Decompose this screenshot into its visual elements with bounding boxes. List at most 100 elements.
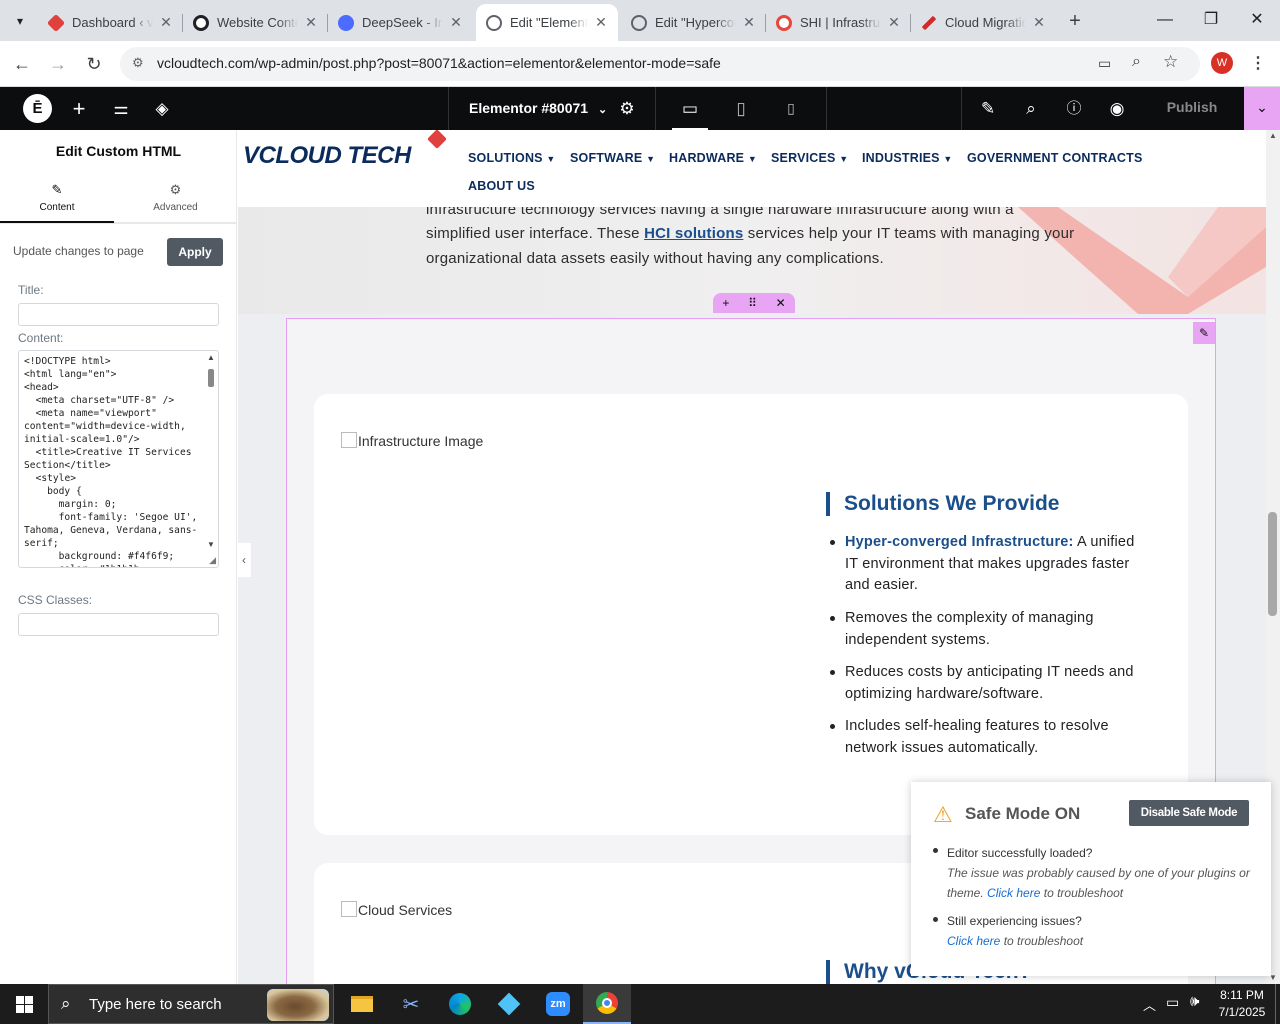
clock[interactable]: 8:11 PM 7/1/2025: [1214, 987, 1270, 1021]
delete-section-icon[interactable]: ✕: [776, 296, 786, 310]
browser-tab-cloud-migration[interactable]: Cloud Migration ✕: [911, 4, 1056, 41]
zoom-icon[interactable]: ⌕: [1132, 53, 1141, 71]
notes-pin-icon[interactable]: ✎: [976, 87, 1000, 130]
close-tab-icon[interactable]: ✕: [304, 14, 318, 31]
site-logo[interactable]: VCLOUD TECH: [243, 130, 447, 170]
infrastructure-image: Infrastructure Image: [341, 432, 483, 449]
tablet-view-icon[interactable]: ▯: [723, 87, 759, 130]
search-placeholder: Type here to search: [89, 996, 222, 1013]
troubleshoot-link[interactable]: Click here: [947, 934, 1000, 948]
show-desktop-button[interactable]: [1275, 984, 1280, 1024]
title-input[interactable]: [18, 303, 219, 326]
tab-title: SHI | Infrastructure: [800, 15, 881, 30]
add-section-icon[interactable]: +: [722, 296, 729, 310]
camera-blocked-icon[interactable]: ▭: [1098, 55, 1111, 72]
close-tab-icon[interactable]: ✕: [449, 14, 463, 31]
html-code-editor[interactable]: <!DOCTYPE html> <html lang="en"> <head> …: [18, 350, 219, 568]
network-icon[interactable]: ▭: [1166, 994, 1179, 1011]
hci-solutions-link[interactable]: HCI solutions: [644, 225, 743, 242]
edge-browser-icon[interactable]: [436, 984, 484, 1024]
css-classes-input[interactable]: [18, 613, 219, 636]
forward-arrow-icon[interactable]: →: [43, 49, 73, 79]
close-tab-icon[interactable]: ✕: [1032, 14, 1046, 31]
close-tab-icon[interactable]: ✕: [594, 14, 608, 31]
close-tab-icon[interactable]: ✕: [742, 14, 756, 31]
tab-title: Dashboard ‹ vCloud Tech: [72, 15, 153, 30]
windows-start-icon[interactable]: [0, 984, 48, 1024]
close-tab-icon[interactable]: ✕: [887, 14, 901, 31]
show-hidden-icons-chevron-icon[interactable]: ︿: [1143, 995, 1156, 1014]
nav-software[interactable]: SOFTWARE ▼: [570, 151, 655, 165]
troubleshoot-link[interactable]: Click here: [987, 886, 1040, 900]
browser-tab-deepseek[interactable]: DeepSeek - Into the Unknown ✕: [328, 4, 473, 41]
bookmark-star-icon[interactable]: ☆: [1163, 52, 1178, 72]
browser-tab-website-content[interactable]: Website Content ✕: [183, 4, 328, 41]
nav-about-us[interactable]: ABOUT US: [468, 179, 535, 193]
html-code-text[interactable]: <!DOCTYPE html> <html lang="en"> <head> …: [19, 351, 218, 567]
collapse-panel-icon[interactable]: ‹: [237, 543, 251, 577]
site-info-icon[interactable]: ⚙: [132, 55, 144, 71]
tab-search-button[interactable]: ▾: [8, 9, 32, 33]
nav-solutions[interactable]: SOLUTIONS ▼: [468, 151, 556, 165]
bison-search-highlight-icon: [267, 989, 329, 1021]
nav-government-contracts[interactable]: GOVERNMENT CONTRACTS: [967, 151, 1143, 165]
nav-hardware[interactable]: HARDWARE ▼: [669, 151, 757, 165]
back-arrow-icon[interactable]: ←: [7, 49, 37, 79]
resize-handle-icon[interactable]: ◢: [209, 555, 216, 566]
profile-avatar[interactable]: W: [1211, 52, 1233, 74]
finder-search-icon[interactable]: ⌕: [1019, 87, 1043, 130]
zoom-app-icon[interactable]: zm: [534, 984, 582, 1024]
code-scrollbar[interactable]: ▲ ▼: [206, 353, 216, 549]
restore-window-icon[interactable]: ❐: [1188, 0, 1234, 40]
browser-tab-edit-hyperconverged[interactable]: Edit "Hyperconverged" ✕: [621, 4, 766, 41]
minimize-window-icon[interactable]: —: [1142, 0, 1188, 40]
document-title-dropdown[interactable]: Elementor #80071 ⌄: [469, 87, 607, 130]
help-icon[interactable]: ⓘ: [1062, 87, 1086, 130]
section-handle[interactable]: + ⠿ ✕: [713, 293, 795, 313]
preview-eye-icon[interactable]: ◉: [1105, 87, 1129, 130]
file-explorer-icon[interactable]: [338, 984, 386, 1024]
close-window-icon[interactable]: ✕: [1234, 0, 1280, 40]
decorative-chevron-shape: [1018, 207, 1266, 314]
address-bar[interactable]: ⚙ vcloudtech.com/wp-admin/post.php?post=…: [120, 47, 1200, 81]
browser-tab-shi[interactable]: SHI | Infrastructure ✕: [766, 4, 911, 41]
tab-title: Website Content: [217, 15, 298, 30]
publish-options-chevron-icon[interactable]: ⌄: [1244, 87, 1280, 130]
chrome-browser-icon[interactable]: [583, 984, 631, 1024]
document-title: Elementor #80071: [469, 100, 589, 116]
desktop-view-icon[interactable]: ▭: [672, 87, 708, 130]
nav-industries[interactable]: INDUSTRIES ▼: [862, 151, 953, 165]
structure-layers-icon[interactable]: ◈: [150, 87, 174, 130]
page-settings-gear-icon[interactable]: ⚙: [615, 87, 639, 130]
bullet-item: Removes the complexity of managing indep…: [830, 608, 1135, 651]
close-tab-icon[interactable]: ✕: [159, 14, 173, 31]
mobile-view-icon[interactable]: ▯: [773, 87, 809, 130]
add-element-icon[interactable]: +: [67, 87, 91, 130]
browser-menu-icon[interactable]: ⋮: [1250, 53, 1266, 73]
safe-mode-item: Still experiencing issues? Click here to…: [947, 914, 1084, 948]
site-settings-sliders-icon[interactable]: ⚌: [109, 87, 133, 130]
taskbar-search-box[interactable]: ⌕ Type here to search: [48, 984, 334, 1024]
new-tab-button[interactable]: +: [1062, 8, 1088, 34]
tab-label: Content: [39, 202, 75, 213]
browser-tab-edit-elementor[interactable]: Edit "Elementor #80071" ✕: [476, 4, 618, 41]
volume-icon[interactable]: 🕪: [1190, 993, 1199, 1010]
disable-safe-mode-button[interactable]: Disable Safe Mode: [1129, 800, 1249, 826]
tab-content[interactable]: ✎ Content: [0, 174, 114, 223]
tab-advanced[interactable]: ⚙ Advanced: [114, 174, 237, 223]
app-diamond-icon[interactable]: [485, 984, 533, 1024]
drag-handle-icon[interactable]: ⠿: [748, 296, 757, 310]
apply-button[interactable]: Apply: [167, 238, 223, 266]
url-text[interactable]: vcloudtech.com/wp-admin/post.php?post=80…: [157, 55, 721, 71]
reload-icon[interactable]: ↻: [79, 49, 109, 79]
warning-icon: ⚠: [933, 802, 953, 827]
edit-widget-icon[interactable]: ✎: [1193, 322, 1215, 344]
bullet-item: Reduces costs by anticipating IT needs a…: [830, 662, 1135, 705]
safe-mode-title: Safe Mode ON: [965, 804, 1081, 823]
nav-services[interactable]: SERVICES ▼: [771, 151, 848, 165]
snipping-tool-icon[interactable]: ✂: [387, 984, 435, 1024]
tab-title: DeepSeek - Into the Unknown: [362, 15, 443, 30]
publish-button[interactable]: Publish: [1140, 87, 1244, 130]
elementor-logo-icon[interactable]: Ē: [23, 94, 52, 123]
browser-tab-dashboard[interactable]: Dashboard ‹ vCloud Tech ✕: [38, 4, 183, 41]
